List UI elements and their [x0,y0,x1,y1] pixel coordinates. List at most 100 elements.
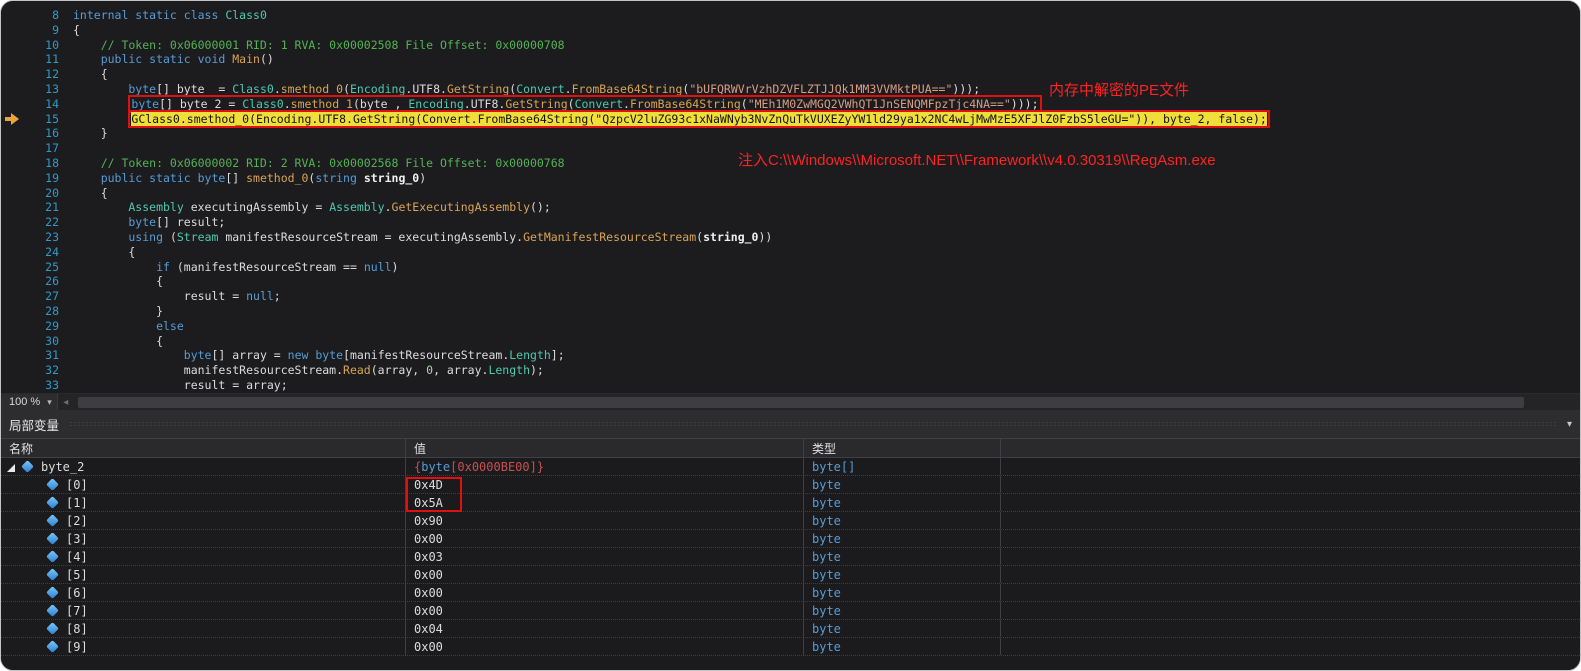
expand-triangle-icon[interactable] [7,463,15,472]
code-line[interactable]: 32 manifestResourceStream.Read(array, 0,… [1,363,1580,378]
locals-name-cell[interactable]: [5] [1,566,406,583]
line-number[interactable]: 28 [1,304,65,319]
code-line[interactable]: 8 internal static class Class0 [1,8,1580,23]
scroll-left-icon[interactable]: ◂ [58,397,74,408]
locals-name-cell[interactable]: [0] [1,476,406,493]
locals-value-cell[interactable]: 0x00 [406,530,804,547]
code-line[interactable]: 23 using (Stream manifestResourceStream … [1,230,1580,245]
locals-type-cell[interactable]: byte [804,494,1001,511]
locals-type-cell[interactable]: byte [804,638,1001,655]
line-number[interactable]: 18 [1,156,65,171]
locals-row[interactable]: [7] 0x00 byte [1,602,1580,620]
code-line[interactable]: 15 GClass0.smethod_0(Encoding.UTF8.GetSt… [1,109,1580,128]
locals-type-cell[interactable]: byte [804,602,1001,619]
locals-row[interactable]: [8] 0x04 byte [1,620,1580,638]
locals-value-cell[interactable]: 0x03 [406,548,804,565]
line-number[interactable]: 12 [1,67,65,82]
code-line[interactable]: 21 Assembly executingAssembly = Assembly… [1,200,1580,215]
code-line[interactable]: 26 { [1,274,1580,289]
locals-type-cell[interactable]: byte [804,566,1001,583]
locals-type-cell[interactable]: byte [804,584,1001,601]
code-line[interactable]: 27 result = null; [1,289,1580,304]
locals-type-cell[interactable]: byte [804,620,1001,637]
locals-value-cell[interactable]: {byte [0x0000BE00]} [406,458,804,475]
line-number[interactable]: 30 [1,334,65,349]
locals-value-cell[interactable]: 0x00 [406,638,804,655]
locals-row[interactable]: [1] 0x5A byte [1,494,1580,512]
horizontal-scrollbar-thumb[interactable] [77,397,1524,408]
code-line[interactable]: 10 // Token: 0x06000001 RID: 1 RVA: 0x00… [1,38,1580,53]
code-line[interactable]: 24 { [1,245,1580,260]
locals-type-cell[interactable]: byte[] [804,458,1001,475]
code-line[interactable]: 11 public static void Main() [1,52,1580,67]
line-number[interactable]: 16 [1,126,65,141]
code-line[interactable]: 9{ [1,23,1580,38]
locals-value-cell[interactable]: 0x00 [406,566,804,583]
line-number[interactable]: 9 [1,23,65,38]
locals-row[interactable]: [2] 0x90 byte [1,512,1580,530]
code-line[interactable]: 29 else [1,319,1580,334]
line-number[interactable]: 17 [1,141,65,156]
locals-value-cell[interactable]: 0x04 [406,620,804,637]
line-number[interactable]: 10 [1,38,65,53]
zoom-control[interactable]: 100 % ▾ [1,394,58,410]
locals-row[interactable]: [3] 0x00 byte [1,530,1580,548]
line-number[interactable]: 33 [1,378,65,393]
code-line[interactable]: 28 } [1,304,1580,319]
line-number[interactable]: 24 [1,245,65,260]
locals-name-cell[interactable]: [3] [1,530,406,547]
locals-name-cell[interactable]: [2] [1,512,406,529]
line-number[interactable]: 32 [1,363,65,378]
column-header-type[interactable]: 类型 [804,439,1001,457]
locals-row[interactable]: [6] 0x00 byte [1,584,1580,602]
locals-row[interactable]: [0] 0x4D byte [1,476,1580,494]
panel-grip[interactable] [69,421,1557,427]
line-number[interactable]: 11 [1,52,65,67]
line-number[interactable]: 14 [1,97,65,112]
locals-name-cell[interactable]: [7] [1,602,406,619]
code-line[interactable]: 22 byte[] result; [1,215,1580,230]
line-number[interactable]: 27 [1,289,65,304]
code-line[interactable]: 30 { [1,334,1580,349]
line-number[interactable]: 29 [1,319,65,334]
line-number[interactable]: 21 [1,200,65,215]
code-line[interactable]: 12 { [1,67,1580,82]
code-line[interactable]: 16 } [1,126,1580,141]
locals-name-cell[interactable]: byte_2 [1,458,406,475]
line-number[interactable]: 31 [1,348,65,363]
locals-name-cell[interactable]: [4] [1,548,406,565]
code-line[interactable]: 31 byte[] array = new byte[manifestResou… [1,348,1580,363]
column-header-name[interactable]: 名称 [1,439,406,457]
horizontal-scrollbar[interactable] [73,394,1580,410]
locals-type-cell[interactable]: byte [804,530,1001,547]
line-number[interactable]: 20 [1,186,65,201]
locals-value-cell[interactable]: 0x4D [406,476,804,493]
code-line[interactable]: 20 { [1,186,1580,201]
locals-value-cell[interactable]: 0x5A [406,494,804,511]
line-number[interactable]: 22 [1,215,65,230]
line-number[interactable]: 8 [1,8,65,23]
code-editor[interactable]: 8 internal static class Class0 9{10 // Tok… [1,1,1580,393]
locals-type-cell[interactable]: byte [804,512,1001,529]
locals-row[interactable]: byte_2 {byte [0x0000BE00]} byte[] [1,458,1580,476]
chevron-down-icon[interactable]: ▾ [1567,419,1572,430]
locals-name-cell[interactable]: [8] [1,620,406,637]
line-number[interactable]: 23 [1,230,65,245]
line-number[interactable]: 13 [1,82,65,97]
locals-name-cell[interactable]: [1] [1,494,406,511]
code-line[interactable]: 19 public static byte[] smethod_0(string… [1,171,1580,186]
locals-name-cell[interactable]: [9] [1,638,406,655]
chevron-down-icon[interactable]: ▾ [47,397,52,408]
locals-value-cell[interactable]: 0x00 [406,584,804,601]
locals-value-cell[interactable]: 0x00 [406,602,804,619]
locals-row[interactable]: [4] 0x03 byte [1,548,1580,566]
code-line[interactable]: 33 result = array; [1,378,1580,393]
line-number[interactable]: 19 [1,171,65,186]
locals-row[interactable]: [5] 0x00 byte [1,566,1580,584]
locals-row[interactable]: [9] 0x00 byte [1,638,1580,656]
code-line[interactable]: 25 if (manifestResourceStream == null) [1,260,1580,275]
locals-name-cell[interactable]: [6] [1,584,406,601]
locals-type-cell[interactable]: byte [804,476,1001,493]
line-number[interactable]: 25 [1,260,65,275]
column-header-value[interactable]: 值 [406,439,804,457]
